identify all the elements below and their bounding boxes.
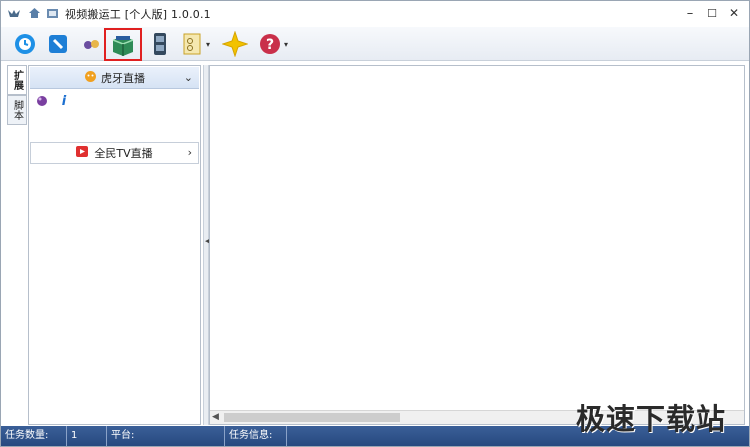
- task-count-label: 任务数量:: [1, 426, 67, 446]
- tool-star-button[interactable]: [221, 30, 249, 58]
- play-icon: [76, 146, 89, 160]
- help-dropdown-arrow[interactable]: ▾: [284, 40, 290, 49]
- close-button[interactable]: ✕: [723, 3, 745, 23]
- home-icon[interactable]: [27, 6, 41, 20]
- film-icon: [154, 33, 166, 55]
- tool-box-button[interactable]: [104, 28, 142, 61]
- star-icon: [222, 31, 248, 57]
- scroll-thumb[interactable]: [224, 413, 400, 422]
- left-panel: 虎牙直播 ⌄ i 全民TV直播 ›: [28, 65, 201, 425]
- users-icon: [84, 40, 99, 49]
- tag-icon: [49, 35, 67, 53]
- group-huya-label: 虎牙直播: [101, 71, 145, 85]
- tab-scripts[interactable]: 脚本: [7, 95, 27, 125]
- tool-users-button[interactable]: [77, 30, 105, 58]
- tool-film-button[interactable]: [146, 30, 174, 58]
- tool-clock-button[interactable]: [11, 30, 39, 58]
- document-dropdown-arrow[interactable]: ▾: [206, 40, 212, 49]
- group-quanmin[interactable]: 全民TV直播 ›: [30, 142, 199, 164]
- window-title: 视频搬运工 [个人版] 1.0.0.1: [65, 8, 211, 21]
- box-icon: [112, 35, 134, 56]
- content-area: ◀: [209, 65, 745, 425]
- tab-extensions[interactable]: 扩展: [7, 65, 27, 95]
- info-icon[interactable]: i: [57, 94, 71, 109]
- group-huya[interactable]: 虎牙直播 ⌄: [30, 67, 199, 89]
- toolbar: ▾ ? ▾: [1, 27, 749, 61]
- maximize-button[interactable]: ☐: [701, 3, 723, 23]
- scroll-left-icon[interactable]: ◀: [212, 412, 219, 422]
- chevron-down-icon[interactable]: ⌄: [184, 71, 193, 84]
- platform-label: 平台:: [107, 426, 225, 446]
- task-info-label: 任务信息:: [225, 426, 287, 446]
- app-logo-icon: [7, 6, 21, 20]
- minimize-button[interactable]: –: [679, 3, 701, 23]
- title-bar: 视频搬运工 [个人版] 1.0.0.1 – ☐ ✕: [1, 1, 749, 27]
- watermark-text: 极速下载站: [576, 402, 727, 436]
- tool-tag-button[interactable]: [44, 30, 72, 58]
- folder-icon[interactable]: [45, 6, 59, 20]
- tool-help-button[interactable]: ?: [256, 30, 284, 58]
- ball-icon[interactable]: [35, 94, 49, 108]
- app-window: 视频搬运工 [个人版] 1.0.0.1 – ☐ ✕ ▾ ? ▾ 扩展 脚本 虎牙…: [0, 0, 750, 447]
- huya-icon: [84, 70, 97, 86]
- help-icon: ?: [260, 34, 280, 54]
- tool-document-button[interactable]: [178, 30, 206, 58]
- clock-icon: [15, 34, 35, 54]
- task-count-value: 1: [67, 426, 107, 446]
- svg-text:?: ?: [266, 37, 274, 53]
- group-quanmin-label: 全民TV直播: [94, 147, 153, 160]
- chevron-right-icon[interactable]: ›: [188, 146, 192, 159]
- document-icon: [183, 33, 201, 55]
